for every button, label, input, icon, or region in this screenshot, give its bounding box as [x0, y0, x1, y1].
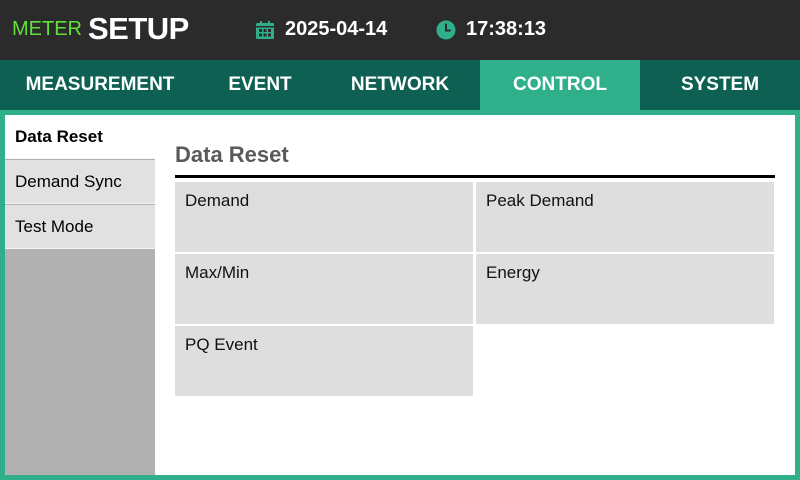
tab-control[interactable]: CONTROL	[480, 60, 640, 110]
sidebar-item-demand-sync[interactable]: Demand Sync	[5, 160, 155, 204]
page-title: SETUP	[88, 11, 189, 46]
tab-measurement[interactable]: MEASUREMENT	[0, 60, 200, 110]
top-bar: METER SETUP 2025-04-14 17:38:13	[0, 0, 800, 60]
time-display: 17:38:13	[466, 18, 547, 40]
reset-energy-button[interactable]: Energy	[476, 254, 774, 324]
sidebar-item-data-reset[interactable]: Data Reset	[5, 115, 155, 159]
main-panel: Data Reset Demand Peak Demand Max/Min En…	[155, 115, 795, 475]
tab-bar: MEASUREMENT EVENT NETWORK CONTROL SYSTEM	[0, 60, 800, 110]
tab-event[interactable]: EVENT	[200, 60, 320, 110]
sidebar-item-test-mode[interactable]: Test Mode	[5, 205, 155, 249]
tab-network[interactable]: NETWORK	[320, 60, 480, 110]
brand-prefix: METER	[12, 18, 82, 40]
calendar-icon	[256, 21, 274, 39]
sidebar: Data Reset Demand Sync Test Mode	[5, 115, 155, 475]
date-display: 2025-04-14	[285, 18, 388, 40]
tab-system[interactable]: SYSTEM	[640, 60, 800, 110]
reset-peak-demand-button[interactable]: Peak Demand	[476, 182, 774, 252]
clock-icon	[436, 20, 456, 40]
reset-demand-button[interactable]: Demand	[175, 182, 473, 252]
reset-pq-event-button[interactable]: PQ Event	[175, 326, 473, 396]
reset-max-min-button[interactable]: Max/Min	[175, 254, 473, 324]
section-title: Data Reset	[175, 142, 289, 167]
title-divider	[175, 175, 775, 178]
content-panel: Data Reset Demand Sync Test Mode Data Re…	[5, 115, 795, 475]
